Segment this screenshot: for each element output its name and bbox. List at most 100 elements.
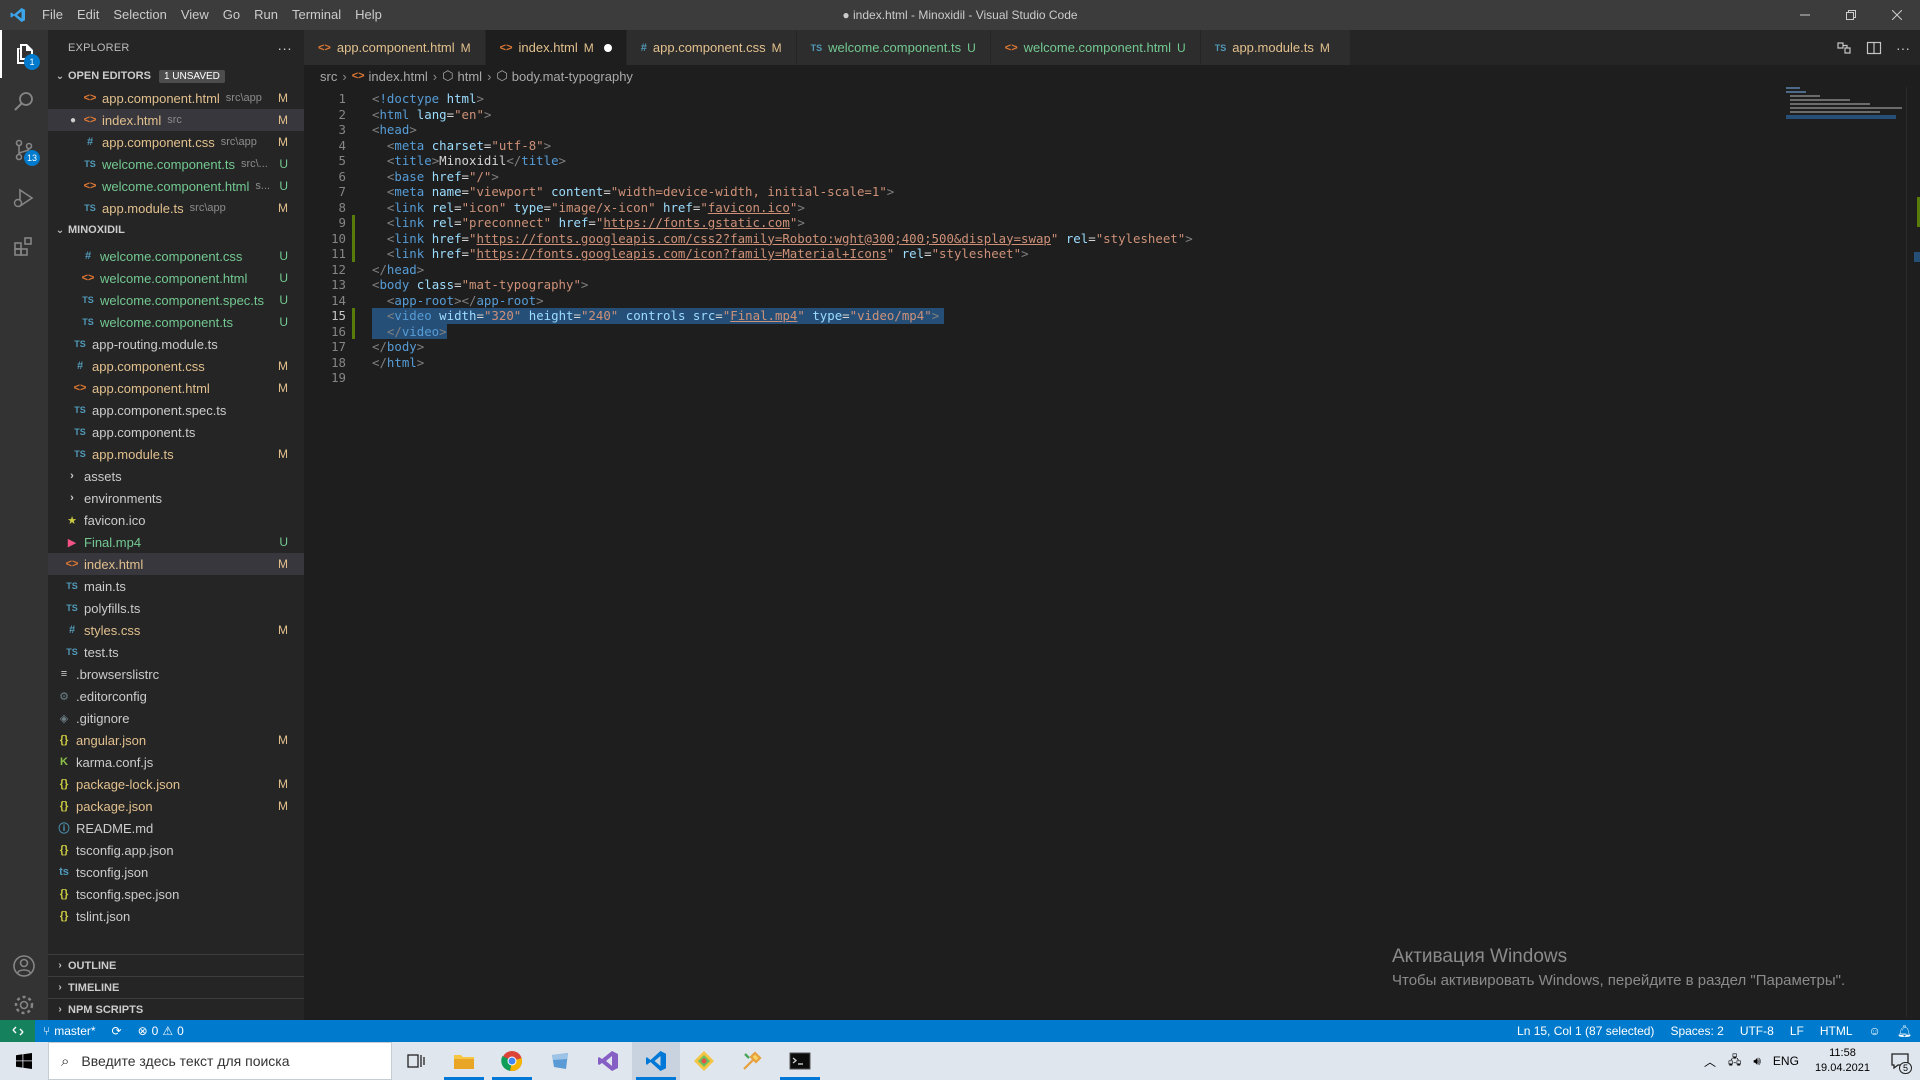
vertical-scrollbar[interactable] [1906, 87, 1920, 1017]
outline-section-header[interactable]: › OUTLINE [48, 954, 304, 976]
file-tree-item[interactable]: TS main.ts [48, 575, 304, 597]
code-line[interactable]: 10 <link href="https://fonts.googleapis.… [304, 231, 1804, 247]
code-line[interactable]: 11 <link href="https://fonts.googleapis.… [304, 246, 1804, 262]
visual-studio-taskbar-button[interactable] [584, 1042, 632, 1080]
remote-button[interactable] [0, 1020, 35, 1042]
code-line[interactable]: 3 <head> [304, 122, 1804, 138]
npm-scripts-section-header[interactable]: › NPM SCRIPTS [48, 998, 304, 1020]
file-tree-item[interactable]: {} tslint.json [48, 905, 304, 927]
clock[interactable]: 11:58 19.04.2021 [1805, 1046, 1880, 1076]
file-tree-item[interactable]: › environments [48, 487, 304, 509]
code-line[interactable]: 4 <meta charset="utf-8"> [304, 138, 1804, 154]
open-editor-item[interactable]: <> app.component.html src\app M [48, 87, 304, 109]
file-tree-item[interactable]: TS welcome.component.ts U [48, 311, 304, 333]
menu-run[interactable]: Run [247, 0, 285, 30]
file-tree-item[interactable]: ◈ .gitignore [48, 707, 304, 729]
file-tree-item[interactable]: {} package.json M [48, 795, 304, 817]
file-tree-item[interactable]: ts tsconfig.json [48, 861, 304, 883]
menu-file[interactable]: File [35, 0, 70, 30]
tool-taskbar-button[interactable] [728, 1042, 776, 1080]
code-editor[interactable]: 1 <!doctype html> 2 <html lang="en"> 3 <head>… [304, 87, 1920, 1017]
file-tree-item[interactable]: TS test.ts [48, 641, 304, 663]
file-tree-item[interactable]: # styles.css M [48, 619, 304, 641]
file-tree-item[interactable]: ⚙ .editorconfig [48, 685, 304, 707]
file-tree-item[interactable]: {} tsconfig.spec.json [48, 883, 304, 905]
editor-tab[interactable]: <> welcome.component.html U [990, 30, 1201, 65]
input-language[interactable]: ENG [1767, 1054, 1805, 1068]
file-tree-item[interactable]: TS app.component.ts [48, 421, 304, 443]
file-tree-item[interactable]: ★ favicon.ico [48, 509, 304, 531]
file-tree-item[interactable]: TS app-routing.module.ts [48, 333, 304, 355]
accounts-activity-button[interactable] [0, 942, 48, 990]
file-tree-item[interactable]: TS app.component.spec.ts [48, 399, 304, 421]
restore-button[interactable] [1828, 0, 1874, 30]
feedback-button[interactable]: ☺ [1861, 1024, 1889, 1038]
unsaved-dot-icon[interactable]: ● [70, 115, 82, 126]
file-tree-item[interactable]: # welcome.component.css U [48, 245, 304, 267]
extensions-activity-button[interactable] [0, 222, 48, 270]
chrome-taskbar-button[interactable] [488, 1042, 536, 1080]
start-button[interactable] [0, 1042, 48, 1080]
code-line[interactable]: 19 [304, 370, 1804, 386]
menu-selection[interactable]: Selection [106, 0, 173, 30]
code-line[interactable]: 16 </video> [304, 324, 1804, 340]
file-tree-item[interactable]: TS app.module.ts M [48, 443, 304, 465]
code-token[interactable]: Final.mp4 [730, 308, 797, 323]
file-tree-item[interactable]: ≡ .browserslistrc [48, 663, 304, 685]
menu-help[interactable]: Help [348, 0, 389, 30]
code-line[interactable]: 6 <base href="/"> [304, 169, 1804, 185]
tray-overflow-icon[interactable]: ︿ [1698, 1053, 1722, 1070]
notifications-button[interactable]: 🔔︎ [1889, 1024, 1920, 1038]
editor-tab[interactable]: <> app.component.html M [304, 30, 486, 65]
open-changes-icon[interactable] [1836, 40, 1852, 56]
task-view-button[interactable] [392, 1042, 440, 1080]
file-tree-item[interactable]: <> welcome.component.html U [48, 267, 304, 289]
code-line[interactable]: 2 <html lang="en"> [304, 107, 1804, 123]
breadcrumb-file[interactable]: index.html [369, 69, 428, 84]
explorer-activity-button[interactable]: 1 [0, 30, 48, 78]
manage-activity-button[interactable] [0, 990, 48, 1020]
code-line[interactable]: 1 <!doctype html> [304, 91, 1804, 107]
git-branch-button[interactable]: ⑂ master* [35, 1024, 104, 1038]
code-line[interactable]: 13 <body class="mat-typography"> [304, 277, 1804, 293]
run-debug-activity-button[interactable] [0, 174, 48, 222]
code-token[interactable]: https://fonts.gstatic.com [603, 215, 790, 230]
code-line[interactable]: 18 </html> [304, 355, 1804, 371]
file-tree-item[interactable]: {} tsconfig.app.json [48, 839, 304, 861]
open-editor-item[interactable]: <> welcome.component.html s... U [48, 175, 304, 197]
language-mode[interactable]: HTML [1812, 1024, 1861, 1038]
git-client-taskbar-button[interactable] [680, 1042, 728, 1080]
code-line[interactable]: 7 <meta name="viewport" content="width=d… [304, 184, 1804, 200]
unsaved-dot-icon[interactable] [603, 43, 612, 52]
cursor-position[interactable]: Ln 15, Col 1 (87 selected) [1509, 1024, 1662, 1038]
editor-tab[interactable]: # app.component.css M [626, 30, 797, 65]
code-token[interactable]: favicon.ico [708, 200, 790, 215]
file-tree-item[interactable]: {} package-lock.json M [48, 773, 304, 795]
file-tree-item[interactable]: › assets [48, 465, 304, 487]
breadcrumb-src[interactable]: src [320, 69, 337, 84]
menu-terminal[interactable]: Terminal [285, 0, 348, 30]
breadcrumb-html[interactable]: html [458, 69, 483, 84]
end-of-line[interactable]: LF [1782, 1024, 1812, 1038]
code-token[interactable]: https://fonts.googleapis.com/icon?family… [476, 246, 886, 261]
more-actions-icon[interactable]: ··· [1896, 40, 1910, 56]
editor-tab[interactable]: TS welcome.component.ts U [796, 30, 991, 65]
problems-button[interactable]: ⊗ 0 ⚠ 0 [130, 1024, 192, 1038]
open-editor-item[interactable]: ● <> index.html src M [48, 109, 304, 131]
file-tree-item[interactable]: Kkarma.conf.js [48, 751, 304, 773]
menu-edit[interactable]: Edit [70, 0, 106, 30]
code-line[interactable]: 5 <title>Minoxidil</title> [304, 153, 1804, 169]
file-tree-item[interactable]: # app.component.css M [48, 355, 304, 377]
file-tree-item[interactable]: ⓘ README.md [48, 817, 304, 839]
indentation[interactable]: Spaces: 2 [1662, 1024, 1731, 1038]
file-tree-item[interactable]: ▶ Final.mp4 U [48, 531, 304, 553]
search-activity-button[interactable] [0, 78, 48, 126]
encoding[interactable]: UTF-8 [1732, 1024, 1782, 1038]
editor-tab[interactable]: <> index.html M [485, 30, 627, 65]
editor-tab[interactable]: TS app.module.ts M [1200, 30, 1351, 65]
open-editors-header[interactable]: ⌄ OPEN EDITORS 1 UNSAVED [48, 65, 304, 87]
taskbar-search[interactable]: ⌕ Введите здесь текст для поиска [48, 1042, 392, 1080]
minimize-button[interactable] [1782, 0, 1828, 30]
file-explorer-taskbar-button[interactable] [440, 1042, 488, 1080]
project-folder-header[interactable]: ⌄ MINOXIDIL [48, 219, 304, 241]
